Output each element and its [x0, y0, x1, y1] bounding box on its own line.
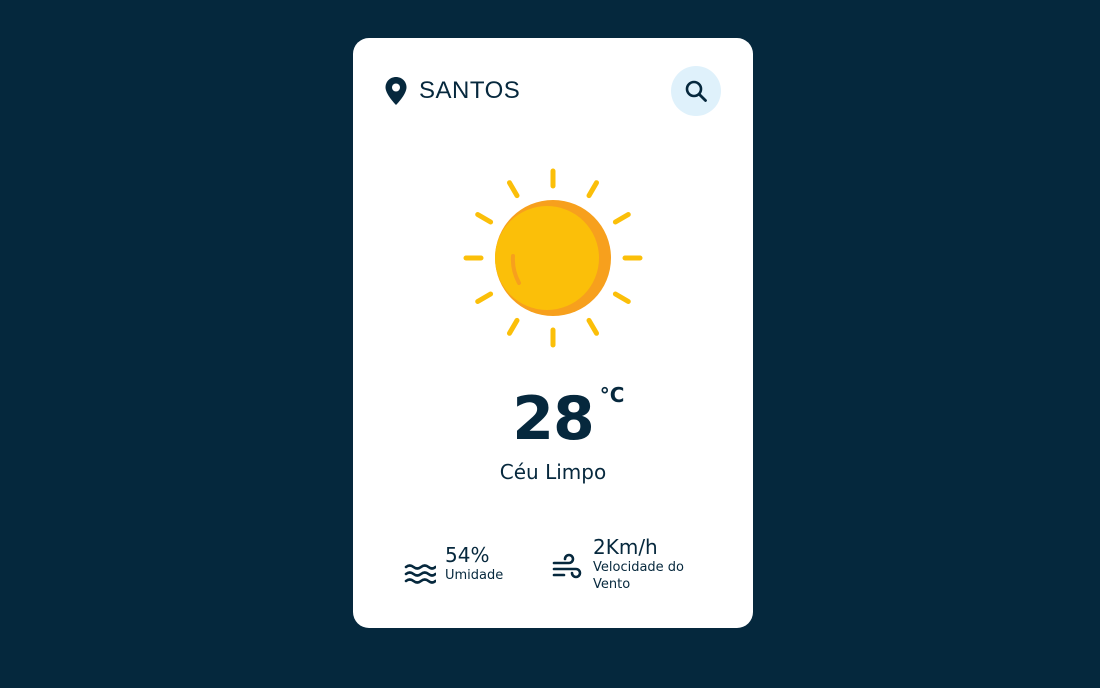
wind-detail: 2Km/h Velocidade do Vento — [552, 535, 703, 593]
search-icon — [685, 80, 707, 102]
temperature-value: 28 — [512, 384, 594, 454]
temperature-row: 28 °C — [353, 383, 753, 455]
humidity-label: Umidade — [445, 568, 504, 583]
waves-icon — [404, 564, 436, 584]
search-button[interactable] — [671, 66, 721, 116]
map-pin-icon — [385, 77, 407, 105]
humidity-detail: 54% Umidade — [404, 543, 555, 589]
wind-label: Velocidade do Vento — [593, 560, 685, 592]
city-name: SANTOS — [419, 77, 521, 104]
wind-icon — [552, 553, 582, 579]
temperature-unit: °C — [599, 383, 625, 407]
sun-icon — [463, 168, 643, 348]
location: SANTOS — [385, 76, 520, 106]
humidity-value: 54% — [445, 543, 490, 567]
weather-card: SANTOS 28 °C Céu Limpo 54% Umidade 2Km/h… — [353, 38, 753, 628]
wind-value: 2Km/h — [593, 535, 658, 559]
weather-details: 54% Umidade 2Km/h Velocidade do Vento — [353, 535, 753, 605]
weather-description: Céu Limpo — [499, 460, 607, 484]
